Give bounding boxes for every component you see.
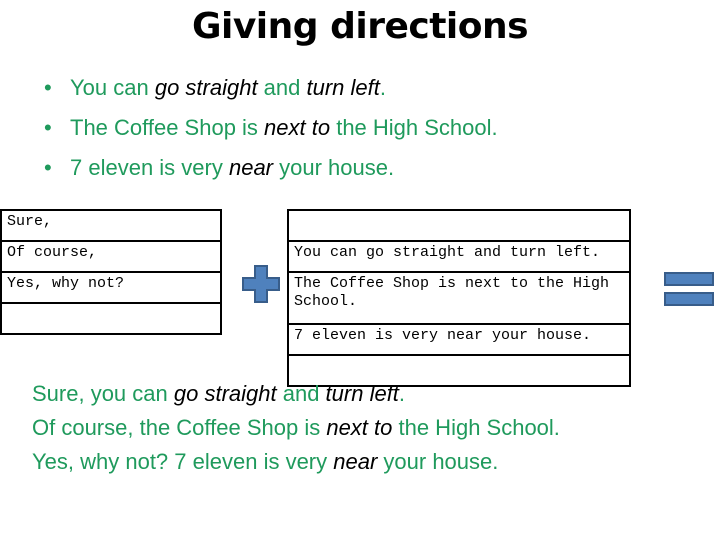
table-row: The Coffee Shop is next to the High Scho… [287,271,631,325]
table-row: Yes, why not? [0,271,222,304]
emphasized-phrase: go straight [154,75,258,100]
table-cell: You can go straight and turn left. [287,240,631,273]
emphasized-phrase: turn left [306,75,380,100]
sentence-text: Sure, you can [32,381,174,406]
bullet-icon: • [44,115,52,140]
direction-sentences-table: You can go straight and turn left. The C… [287,209,631,387]
bullet-icon: • [44,155,52,180]
example-sentence: • You can go straight and turn left. [44,68,498,108]
combined-sentence: Sure, you can go straight and turn left. [32,377,560,411]
sentence-text: and [276,381,326,406]
table-row: You can go straight and turn left. [287,240,631,273]
table-row: 7 eleven is very near your house. [287,323,631,356]
table-cell: The Coffee Shop is next to the High Scho… [287,271,631,325]
plus-icon [242,265,280,303]
table-cell [287,209,631,242]
table-row: Of course, [0,240,222,273]
sentence-text: Yes, why not? 7 eleven is very [32,449,334,474]
example-sentence-list: • You can go straight and turn left. • The… [44,68,498,188]
sentence-text: your house. [377,449,499,474]
sentence-text: your house. [273,155,395,180]
emphasized-phrase: next to [264,115,331,140]
emphasized-phrase: next to [326,415,393,440]
emphasized-phrase: near [333,449,378,474]
sentence-text: You can [70,75,155,100]
table-row: Sure, [0,209,222,242]
bullet-icon: • [44,75,52,100]
combined-sentences: Sure, you can go straight and turn left.… [32,377,560,479]
table-cell: Sure, [0,209,222,242]
sentence-text: The Coffee Shop is [70,115,265,140]
sentence-text: the High School. [392,415,560,440]
emphasized-phrase: turn left [325,381,399,406]
table-cell: Yes, why not? [0,271,222,304]
emphasized-phrase: near [228,155,274,180]
emphasized-phrase: go straight [173,381,277,406]
table-cell [0,302,222,335]
sentence-text: 7 eleven is very [70,155,229,180]
response-phrases-table: Sure, Of course, Yes, why not? [0,209,222,335]
sentence-text: and [257,75,307,100]
example-sentence: • The Coffee Shop is next to the High Sch… [44,108,498,148]
table-cell: 7 eleven is very near your house. [287,323,631,356]
combined-sentence: Yes, why not? 7 eleven is very near your… [32,445,560,479]
combined-sentence: Of course, the Coffee Shop is next to th… [32,411,560,445]
table-row [287,209,631,242]
sentence-text: . [398,381,406,406]
equals-icon [664,272,714,306]
table-row [0,302,222,335]
sentence-text: the High School. [330,115,498,140]
example-sentence: • 7 eleven is very near your house. [44,148,498,188]
sentence-text: Of course, the Coffee Shop is [32,415,327,440]
table-cell: Of course, [0,240,222,273]
sentence-text: . [379,75,386,100]
page-title: Giving directions [191,6,529,47]
